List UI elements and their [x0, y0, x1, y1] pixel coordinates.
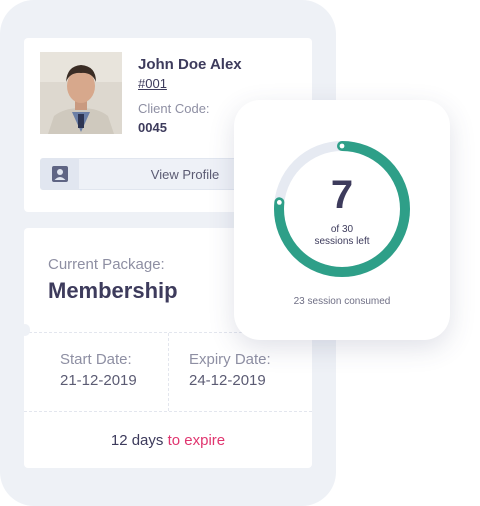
start-date-value: 21-12-2019: [60, 372, 137, 389]
date-divider: [168, 333, 169, 411]
client-name: John Doe Alex: [138, 56, 242, 73]
sessions-of-total: of 30: [330, 224, 354, 235]
expire-status: 12 days to expire: [24, 432, 312, 449]
package-label: Current Package:: [48, 256, 165, 273]
sessions-left-label: sessions left: [314, 236, 370, 247]
ring-start-dot: [339, 143, 345, 149]
start-date-block: Start Date: 21-12-2019: [60, 351, 137, 389]
expire-text: to expire: [167, 432, 226, 449]
client-code-value: 0045: [138, 120, 167, 135]
start-date-label: Start Date:: [60, 351, 132, 368]
sessions-caption: of 30 sessions left: [271, 224, 413, 248]
expiry-date-value: 24-12-2019: [189, 372, 266, 389]
client-id-link[interactable]: #001: [138, 76, 167, 91]
avatar: [40, 52, 122, 134]
sessions-consumed: 23 session consumed: [293, 296, 391, 307]
package-name: Membership: [48, 278, 178, 303]
sessions-remaining: 7: [330, 173, 354, 217]
expiry-date-block: Expiry Date: 24-12-2019: [189, 351, 271, 389]
profile-icon: [41, 159, 79, 189]
client-code-label: Client Code:: [138, 101, 210, 116]
expiry-date-label: Expiry Date:: [189, 351, 271, 368]
sessions-card: 7 of 30 sessions left 23 session consume…: [234, 100, 450, 340]
package-dates: Start Date: 21-12-2019 Expiry Date: 24-1…: [24, 332, 312, 412]
card-notch: [20, 324, 30, 336]
expire-days: 12 days: [110, 432, 164, 449]
